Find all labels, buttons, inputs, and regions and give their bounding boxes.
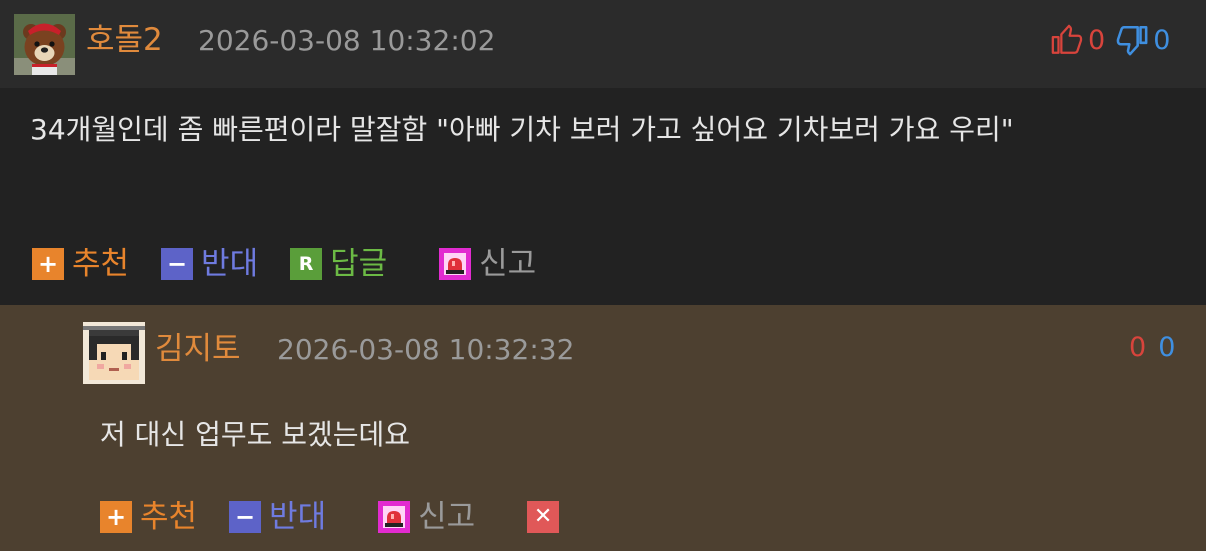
comment-body: 34개월인데 좀 빠른편이라 말잘함 "아빠 기차 보러 가고 싶어요 기차보러… [30,113,1014,146]
recommend-button[interactable]: + 추천 [100,499,197,535]
report-label: 신고 [418,499,476,535]
recommend-label: 추천 [72,246,130,282]
comment-actions: + 추천 − 반대 R 답글 신고 [32,244,536,284]
username[interactable]: 김지토 [155,331,241,367]
oppose-button[interactable]: − 반대 [161,246,258,282]
siren-icon [439,248,472,280]
thumbs-down-icon[interactable] [1115,23,1149,57]
timestamp: 2026-03-08 10:32:32 [277,333,575,366]
vote-counter: 0 0 [1129,329,1175,365]
avatar-bear[interactable] [14,14,75,75]
plus-icon: + [100,501,132,533]
comment-header [0,0,1206,88]
downvote-count: 0 [1153,24,1171,56]
minus-icon: − [161,248,194,280]
downvote-count: 0 [1158,331,1176,363]
plus-icon: + [32,248,64,280]
recommend-button[interactable]: + 추천 [32,246,129,282]
thumbs-up-icon[interactable] [1050,23,1084,57]
recommend-label: 추천 [140,499,198,535]
delete-button[interactable]: ✕ [527,501,567,533]
minus-icon: − [229,501,262,533]
reply-button[interactable]: R 답글 [290,246,387,282]
siren-icon [378,501,411,533]
upvote-count: 0 [1088,24,1106,56]
timestamp: 2026-03-08 10:32:02 [198,24,496,57]
oppose-label: 반대 [269,499,327,535]
report-button[interactable]: 신고 [378,499,475,535]
oppose-button[interactable]: − 반대 [229,499,326,535]
reply-icon: R [290,248,323,280]
username[interactable]: 호돌2 [86,22,163,58]
comment-2-reply: 김지토 2026-03-08 10:32:32 0 0 저 대신 업무도 보겠는… [0,305,1206,551]
comment-actions: + 추천 − 반대 신고 ✕ [100,497,567,537]
oppose-label: 반대 [201,246,259,282]
avatar-pixel-boy[interactable] [83,322,145,384]
report-label: 신고 [479,246,537,282]
report-button[interactable]: 신고 [439,246,536,282]
reply-label: 답글 [330,246,388,282]
comment-body: 저 대신 업무도 보겠는데요 [100,418,411,451]
upvote-count: 0 [1129,331,1147,363]
comment-1: 호돌2 2026-03-08 10:32:02 0 0 34개월인데 좀 빠른편… [0,0,1206,305]
vote-counter: 0 0 [1050,22,1170,58]
close-icon: ✕ [527,501,560,533]
